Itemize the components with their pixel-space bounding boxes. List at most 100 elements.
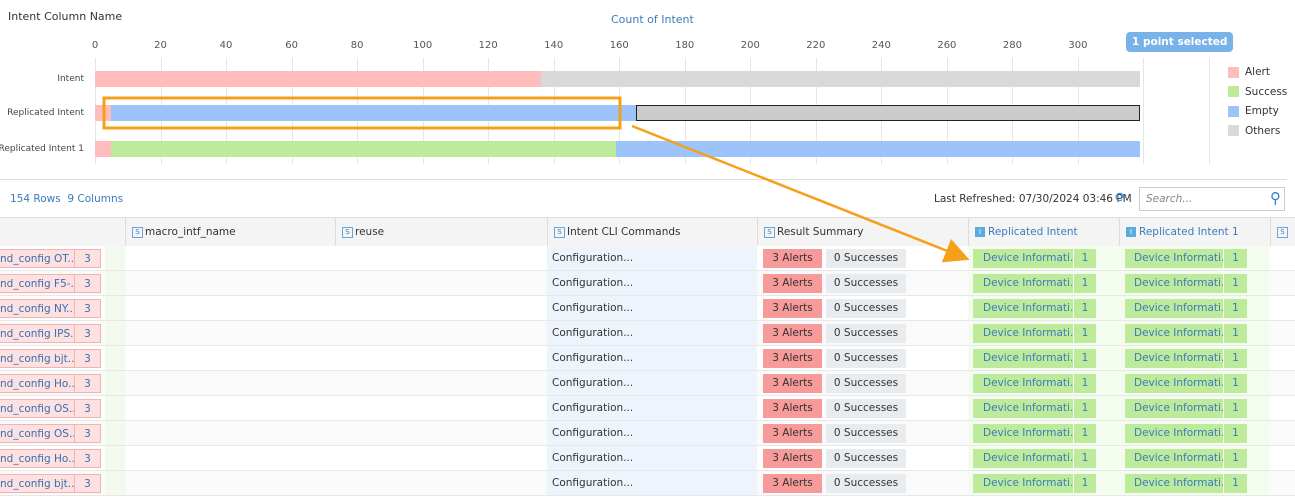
intent-count-cell[interactable]: 3: [75, 399, 101, 418]
column-header[interactable]: S Intent CLI Commands: [547, 218, 757, 246]
replicated-intent-count[interactable]: 1: [1074, 449, 1096, 468]
column-header[interactable]: S Result Summary: [757, 218, 968, 246]
table-row[interactable]: nd_config OS... 3 Configuration... 3 Alerts…: [0, 396, 1295, 421]
successes-badge[interactable]: 0 Successes: [826, 299, 906, 318]
cli-commands-cell[interactable]: Configuration...: [552, 249, 752, 268]
alerts-badge[interactable]: 3 Alerts: [763, 299, 822, 318]
alerts-badge[interactable]: 3 Alerts: [763, 274, 822, 293]
alerts-badge[interactable]: 3 Alerts: [763, 324, 822, 343]
bar-empty[interactable]: [111, 105, 636, 121]
alerts-badge[interactable]: 3 Alerts: [763, 474, 822, 493]
replicated-intent-cell[interactable]: Device Informati...: [973, 249, 1073, 268]
bar-alert[interactable]: [95, 71, 541, 87]
successes-badge[interactable]: 0 Successes: [826, 449, 906, 468]
table-row[interactable]: nd_config IPS... 3 Configuration... 3 Alert…: [0, 321, 1295, 346]
intent-name-cell[interactable]: nd_config OS...: [0, 424, 75, 443]
column-header[interactable]: I Replicated Intent 1: [1119, 218, 1270, 246]
intent-name-cell[interactable]: nd_config NY...: [0, 299, 75, 318]
cli-commands-cell[interactable]: Configuration...: [552, 374, 752, 393]
cli-commands-cell[interactable]: Configuration...: [552, 324, 752, 343]
replicated-intent-cell[interactable]: Device Informati...: [973, 374, 1073, 393]
replicated-intent-1-cell[interactable]: Device Informati...: [1125, 349, 1223, 368]
bar-empty[interactable]: [615, 141, 1141, 157]
replicated-intent-cell[interactable]: Device Informati...: [973, 274, 1073, 293]
replicated-intent-1-cell[interactable]: Device Informati...: [1125, 299, 1223, 318]
replicated-intent-cell[interactable]: Device Informati...: [973, 449, 1073, 468]
bar-others[interactable]: [635, 105, 1141, 121]
alerts-badge[interactable]: 3 Alerts: [763, 374, 822, 393]
alerts-badge[interactable]: 3 Alerts: [763, 249, 822, 268]
replicated-intent-count[interactable]: 1: [1074, 474, 1096, 493]
refresh-icon[interactable]: ⟳: [1115, 190, 1127, 206]
table-row[interactable]: nd_config Ho... 3 Configuration... 3 Alerts…: [0, 371, 1295, 396]
replicated-intent-1-count[interactable]: 1: [1224, 274, 1247, 293]
replicated-intent-1-count[interactable]: 1: [1224, 299, 1247, 318]
successes-badge[interactable]: 0 Successes: [826, 424, 906, 443]
alerts-badge[interactable]: 3 Alerts: [763, 424, 822, 443]
replicated-intent-count[interactable]: 1: [1074, 374, 1096, 393]
replicated-intent-1-cell[interactable]: Device Informati...: [1125, 274, 1223, 293]
bar-others[interactable]: [540, 71, 1141, 87]
intent-name-cell[interactable]: nd_config Ho...: [0, 449, 75, 468]
replicated-intent-1-cell[interactable]: Device Informati...: [1125, 374, 1223, 393]
replicated-intent-1-cell[interactable]: Device Informati...: [1125, 424, 1223, 443]
replicated-intent-count[interactable]: 1: [1074, 249, 1096, 268]
successes-badge[interactable]: 0 Successes: [826, 274, 906, 293]
table-row[interactable]: nd_config Ho... 3 Configuration... 3 Alerts…: [0, 446, 1295, 471]
alerts-badge[interactable]: 3 Alerts: [763, 349, 822, 368]
successes-badge[interactable]: 0 Successes: [826, 374, 906, 393]
successes-badge[interactable]: 0 Successes: [826, 349, 906, 368]
intent-name-cell[interactable]: nd_config OS...: [0, 399, 75, 418]
search-icon[interactable]: ⚲: [1270, 189, 1281, 207]
intent-name-cell[interactable]: nd_config bjt...: [0, 349, 75, 368]
table-row[interactable]: nd_config OT... 3 Configuration... 3 Alerts…: [0, 246, 1295, 271]
column-header[interactable]: S: [1270, 218, 1295, 246]
intent-count-cell[interactable]: 3: [75, 299, 101, 318]
table-row[interactable]: nd_config bjt... 3 Configuration... 3 Alert…: [0, 346, 1295, 371]
replicated-intent-1-count[interactable]: 1: [1224, 474, 1247, 493]
replicated-intent-count[interactable]: 1: [1074, 349, 1096, 368]
replicated-intent-1-count[interactable]: 1: [1224, 324, 1247, 343]
bar-alert[interactable]: [95, 105, 112, 121]
replicated-intent-1-count[interactable]: 1: [1224, 424, 1247, 443]
table-row[interactable]: nd_config OS... 3 Configuration... 3 Alerts…: [0, 421, 1295, 446]
replicated-intent-1-count[interactable]: 1: [1224, 449, 1247, 468]
intent-name-cell[interactable]: nd_config bjt...: [0, 474, 75, 493]
intent-count-cell[interactable]: 3: [75, 349, 101, 368]
replicated-intent-cell[interactable]: Device Informati...: [973, 324, 1073, 343]
legend-item-others[interactable]: Others: [1228, 125, 1280, 137]
replicated-intent-cell[interactable]: Device Informati...: [973, 474, 1073, 493]
successes-badge[interactable]: 0 Successes: [826, 399, 906, 418]
replicated-intent-1-cell[interactable]: Device Informati...: [1125, 449, 1223, 468]
bar-success[interactable]: [111, 141, 616, 157]
intent-name-cell[interactable]: nd_config Ho...: [0, 374, 75, 393]
cli-commands-cell[interactable]: Configuration...: [552, 474, 752, 493]
table-row[interactable]: nd_config F5-... 3 Configuration... 3 Alert…: [0, 271, 1295, 296]
replicated-intent-count[interactable]: 1: [1074, 399, 1096, 418]
replicated-intent-1-count[interactable]: 1: [1224, 349, 1247, 368]
replicated-intent-count[interactable]: 1: [1074, 274, 1096, 293]
replicated-intent-count[interactable]: 1: [1074, 299, 1096, 318]
intent-name-cell[interactable]: nd_config IPS...: [0, 324, 75, 343]
successes-badge[interactable]: 0 Successes: [826, 324, 906, 343]
replicated-intent-1-count[interactable]: 1: [1224, 374, 1247, 393]
intent-count-cell[interactable]: 3: [75, 424, 101, 443]
intent-count-cell[interactable]: 3: [75, 449, 101, 468]
replicated-intent-1-cell[interactable]: Device Informati...: [1125, 399, 1223, 418]
cli-commands-cell[interactable]: Configuration...: [552, 399, 752, 418]
intent-name-cell[interactable]: nd_config F5-...: [0, 274, 75, 293]
bar-alert[interactable]: [95, 141, 112, 157]
alerts-badge[interactable]: 3 Alerts: [763, 449, 822, 468]
legend-item-empty[interactable]: Empty: [1228, 105, 1279, 117]
replicated-intent-cell[interactable]: Device Informati...: [973, 399, 1073, 418]
replicated-intent-count[interactable]: 1: [1074, 424, 1096, 443]
intent-name-cell[interactable]: nd_config OT...: [0, 249, 75, 268]
cli-commands-cell[interactable]: Configuration...: [552, 274, 752, 293]
replicated-intent-1-count[interactable]: 1: [1224, 249, 1247, 268]
replicated-intent-1-cell[interactable]: Device Informati...: [1125, 474, 1223, 493]
replicated-intent-1-cell[interactable]: Device Informati...: [1125, 249, 1223, 268]
intent-count-cell[interactable]: 3: [75, 249, 101, 268]
replicated-intent-cell[interactable]: Device Informati...: [973, 299, 1073, 318]
table-row[interactable]: nd_config bjt... 3 Configuration... 3 Alert…: [0, 471, 1295, 496]
table-row[interactable]: nd_config NY... 3 Configuration... 3 Alerts…: [0, 296, 1295, 321]
